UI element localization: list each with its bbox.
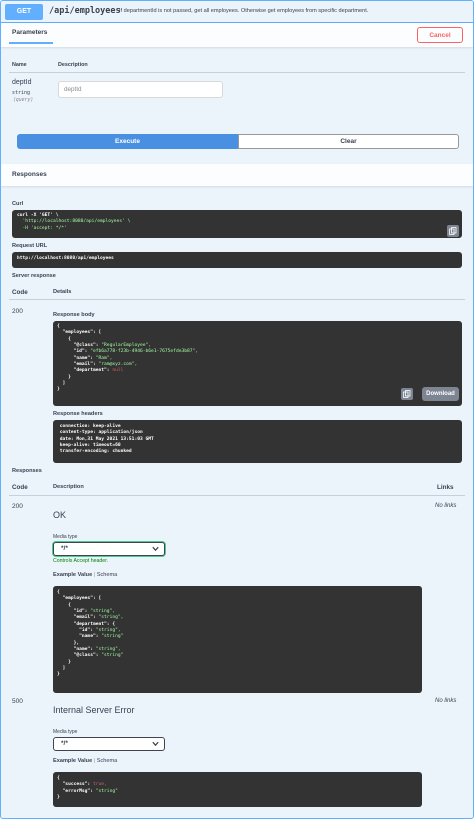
- request-url-block[interactable]: http://localhost:8080/api/employees: [12, 252, 462, 268]
- body-line: ]: [57, 380, 66, 386]
- param-location: (query): [13, 98, 34, 103]
- tab-parameters[interactable]: Parameters: [12, 29, 47, 36]
- media-type-value: */*: [61, 545, 68, 552]
- media-type-select-500[interactable]: */*: [53, 737, 165, 751]
- example-line: {: [57, 590, 60, 595]
- responses-header-divider: [9, 495, 465, 496]
- response-code-500: 500: [12, 698, 23, 705]
- param-name: deptId: [12, 79, 32, 86]
- example-line: },: [57, 640, 80, 646]
- chevron-down-icon: [152, 546, 159, 552]
- operation-path: /api/employees: [49, 6, 121, 16]
- response-body-label: Response body: [53, 312, 95, 318]
- response-title-500: Internal Server Error: [53, 705, 135, 715]
- server-col-details: Details: [53, 289, 72, 295]
- body-line: }: [57, 387, 60, 393]
- copy-response-button[interactable]: [401, 388, 413, 400]
- example-line: }: [57, 672, 60, 678]
- param-col-name: Name: [12, 62, 27, 68]
- responses-label: Responses: [12, 468, 42, 474]
- example-line: }: [57, 659, 71, 665]
- example-line: }: [57, 794, 60, 800]
- tab-example-value[interactable]: Example Value: [53, 572, 92, 578]
- curl-block[interactable]: curl -X 'GET' \ 'http://localhost:8080/a…: [12, 210, 462, 238]
- header-line: keep-alive: timeout=60: [57, 442, 121, 448]
- param-header-divider: [9, 72, 465, 73]
- param-type: string: [12, 90, 31, 96]
- no-links-200: No links: [435, 503, 457, 509]
- controls-accept-note: Controls Accept header.: [53, 558, 109, 564]
- tab-schema[interactable]: Schema: [97, 758, 118, 764]
- header-line: date: Mon,31 May 2021 13:51:03 GMT: [57, 436, 154, 442]
- deptid-input[interactable]: [58, 81, 223, 98]
- parameters-header: Parameters Cancel: [1, 23, 473, 47]
- response-headers-block[interactable]: connection: keep-alive content-type: app…: [53, 420, 462, 463]
- responses-col-description: Description: [53, 484, 84, 490]
- responses-col-links: Links: [437, 484, 454, 491]
- example-value-block-200[interactable]: { "employees": [ { "id": "string", "emai…: [53, 586, 422, 693]
- example-tabs-500: Example Value | Schema: [53, 758, 118, 764]
- execute-button[interactable]: Execute: [17, 134, 238, 149]
- media-type-label-500: Media type: [53, 729, 78, 735]
- responses-title: Responses: [12, 171, 47, 178]
- header-line: connection: keep-alive: [57, 424, 121, 429]
- curl-line: curl -X 'GET' \: [17, 213, 59, 218]
- media-type-label-200: Media type: [53, 534, 78, 540]
- chevron-down-icon: [152, 741, 159, 747]
- example-line: {: [57, 602, 71, 608]
- example-line: "employees": [: [57, 596, 102, 602]
- copy-icon: [403, 390, 411, 398]
- curl-label: Curl: [12, 201, 24, 207]
- server-col-code: Code: [12, 289, 28, 296]
- server-response-label: Server response: [12, 273, 56, 279]
- download-button[interactable]: Download: [422, 387, 459, 401]
- operation-description: If departmentId is not passed, get all e…: [119, 8, 369, 14]
- tab-example-value[interactable]: Example Value: [53, 758, 92, 764]
- response-headers-label: Response headers: [53, 411, 103, 417]
- body-line: }: [57, 374, 71, 380]
- header-line: transfer-encoding: chunked: [57, 449, 132, 455]
- curl-line: 'http://localhost:8080/api/employees' \: [17, 219, 131, 225]
- server-response-code: 200: [12, 308, 23, 315]
- body-line: {: [57, 324, 60, 329]
- example-line: "department": {: [57, 621, 116, 627]
- media-type-select-200[interactable]: */*: [53, 542, 165, 556]
- get-operation-block: GET /api/employees If departmentId is no…: [0, 0, 474, 819]
- responses-header: Responses: [1, 164, 473, 186]
- body-line: {: [57, 336, 71, 342]
- response-code-200: 200: [12, 503, 23, 510]
- example-value-block-500[interactable]: { "success": true, "errorMsg": "string" …: [53, 772, 422, 807]
- param-col-description: Description: [58, 62, 88, 68]
- method-badge: GET: [5, 4, 43, 20]
- server-header-divider: [9, 299, 465, 300]
- clear-button[interactable]: Clear: [238, 134, 459, 149]
- response-title-200: OK: [53, 510, 67, 520]
- request-url-value: http://localhost:8080/api/employees: [17, 256, 114, 261]
- curl-line: -H 'accept: */*': [17, 225, 67, 231]
- responses-col-code: Code: [12, 484, 28, 491]
- example-line: ]: [57, 665, 66, 671]
- tab-schema[interactable]: Schema: [97, 572, 118, 578]
- tab-active-indicator: [9, 42, 53, 44]
- operation-summary[interactable]: GET /api/employees If departmentId is no…: [1, 1, 473, 23]
- no-links-500: No links: [435, 698, 457, 704]
- copy-icon: [449, 227, 457, 235]
- request-url-label: Request URL: [12, 243, 48, 249]
- example-tabs-200: Example Value | Schema: [53, 572, 118, 578]
- cancel-button[interactable]: Cancel: [417, 27, 463, 43]
- example-line: {: [57, 776, 60, 781]
- copy-curl-button[interactable]: [447, 225, 459, 237]
- header-line: content-type: application/json: [57, 430, 143, 436]
- media-type-value: */*: [61, 740, 68, 747]
